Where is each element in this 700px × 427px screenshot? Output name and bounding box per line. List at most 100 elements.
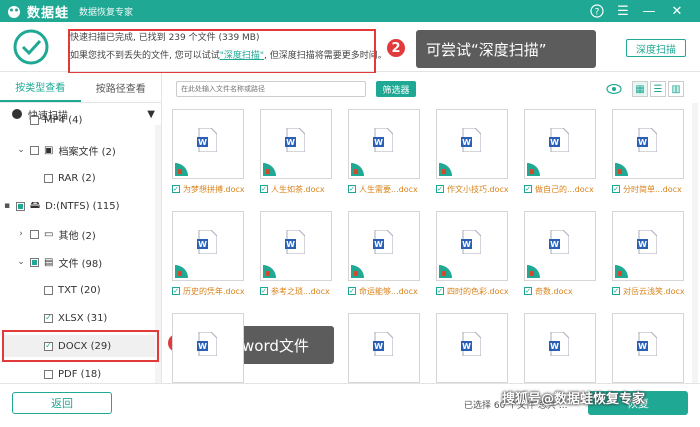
checkbox[interactable] xyxy=(30,115,39,125)
checkbox[interactable]: ✓ xyxy=(524,185,532,193)
file-thumbnail[interactable]: W xyxy=(260,211,332,281)
file-thumbnail[interactable]: W xyxy=(436,211,508,281)
checkbox[interactable]: ✓ xyxy=(436,185,444,193)
checkbox[interactable]: ✓ xyxy=(348,287,356,295)
file-card[interactable]: W ✓ 历史的凭年.docx xyxy=(172,211,244,297)
checkbox[interactable]: ✓ xyxy=(260,287,268,295)
file-thumbnail[interactable]: W xyxy=(612,211,684,281)
checkbox[interactable]: ✓ xyxy=(612,287,620,295)
file-thumbnail[interactable]: W xyxy=(524,313,596,383)
checkbox[interactable] xyxy=(30,257,39,267)
file-thumbnail[interactable]: W xyxy=(348,109,420,179)
checkbox[interactable]: ✓ xyxy=(260,185,268,193)
file-card[interactable]: W ✓ 对岳云浅笑.docx xyxy=(612,211,684,297)
tree-row-txt[interactable]: TXT (20) xyxy=(44,279,101,301)
file-label[interactable]: ✓ 四时的色彩.docx xyxy=(436,285,508,297)
file-card[interactable]: W xyxy=(172,313,244,383)
file-label[interactable]: ✓ 分时简单...docx xyxy=(612,183,684,195)
grid-scrollbar[interactable] xyxy=(692,103,698,383)
grid-view-icon[interactable]: ▦ xyxy=(632,81,648,97)
file-thumbnail[interactable]: W xyxy=(524,211,596,281)
checkbox[interactable]: ✓ xyxy=(172,185,180,193)
file-card[interactable]: W ✓ 命运能够...docx xyxy=(348,211,420,297)
file-card[interactable]: W xyxy=(436,313,508,383)
deep-scan-button[interactable]: 深度扫描 xyxy=(626,39,686,57)
checkbox[interactable] xyxy=(44,173,53,183)
tree-row-other[interactable]: › ▭ 其他 (2) xyxy=(16,223,96,245)
tree-row-pdf[interactable]: PDF (18) xyxy=(44,363,101,383)
file-card[interactable]: W ✓ 分时简单...docx xyxy=(612,109,684,195)
file-thumbnail[interactable]: W xyxy=(172,313,244,383)
file-label[interactable]: ✓ 为梦想拼搏.docx xyxy=(172,183,244,195)
tree-row-xlsx[interactable]: ✓ XLSX (31) xyxy=(44,307,107,329)
file-label[interactable]: ✓ 人生如茶.docx xyxy=(260,183,332,195)
file-label[interactable]: ✓ 人生需要...docx xyxy=(348,183,420,195)
filter-button[interactable]: 筛选器 xyxy=(376,81,416,97)
search-box[interactable] xyxy=(176,81,366,97)
file-label[interactable]: ✓ 参考之琐...docx xyxy=(260,285,332,297)
checkbox[interactable]: ✓ xyxy=(172,287,180,295)
chevron-down-icon[interactable]: ⌄ xyxy=(16,257,26,267)
list-view-icon[interactable]: ☰ xyxy=(650,81,666,97)
search-input[interactable] xyxy=(181,85,365,93)
detail-view-icon[interactable]: ▥ xyxy=(668,81,684,97)
file-card[interactable]: W ✓ 作文小技巧.docx xyxy=(436,109,508,195)
file-card[interactable]: W xyxy=(612,313,684,383)
file-thumbnail[interactable]: W xyxy=(612,313,684,383)
checkbox[interactable]: ✓ xyxy=(436,287,444,295)
checkbox[interactable]: ✓ xyxy=(44,313,53,323)
file-name: 分时简单...docx xyxy=(623,184,682,194)
file-card[interactable]: W ✓ 人生如茶.docx xyxy=(260,109,332,195)
file-thumbnail[interactable]: W xyxy=(172,211,244,281)
file-label[interactable]: ✓ 历史的凭年.docx xyxy=(172,285,244,297)
tree-row-mp4[interactable]: MP4 (4) xyxy=(30,115,82,125)
checkbox[interactable] xyxy=(44,285,53,295)
chevron-down-icon[interactable]: ⌄ xyxy=(16,145,26,155)
chevron-down-icon[interactable]: ▼ xyxy=(147,109,155,120)
file-card[interactable]: W ✓ 人生需要...docx xyxy=(348,109,420,195)
file-card[interactable]: W ✓ 奇数.docx xyxy=(524,211,596,297)
checkbox[interactable]: ✓ xyxy=(524,287,532,295)
tree-row-drive-d[interactable]: ▪ 🖴 D:(NTFS) (115) xyxy=(2,195,120,217)
checkbox[interactable]: ✓ xyxy=(348,185,356,193)
file-thumbnail[interactable]: W xyxy=(524,109,596,179)
tab-by-type[interactable]: 按类型查看 xyxy=(0,73,81,102)
svg-text:W: W xyxy=(374,240,383,249)
file-thumbnail[interactable]: W xyxy=(348,313,420,383)
eye-icon[interactable] xyxy=(606,81,622,97)
checkbox[interactable] xyxy=(30,145,39,155)
file-card[interactable]: W xyxy=(524,313,596,383)
file-card[interactable]: W ✓ 做自己的...docx xyxy=(524,109,596,195)
file-label[interactable]: ✓ 奇数.docx xyxy=(524,285,596,297)
chevron-right-icon[interactable]: › xyxy=(16,229,26,239)
file-label[interactable]: ✓ 对岳云浅笑.docx xyxy=(612,285,684,297)
file-card[interactable]: W ✓ 四时的色彩.docx xyxy=(436,211,508,297)
file-thumbnail[interactable]: W xyxy=(436,109,508,179)
file-card[interactable]: W xyxy=(348,313,420,383)
file-thumbnail[interactable]: W xyxy=(172,109,244,179)
content-toolbar: 筛选器 ▦ ☰ ▥ xyxy=(162,73,700,103)
checkbox[interactable] xyxy=(30,229,39,239)
file-label[interactable]: ✓ 做自己的...docx xyxy=(524,183,596,195)
file-label[interactable]: ✓ 命运能够...docx xyxy=(348,285,420,297)
file-card[interactable]: W ✓ 参考之琐...docx xyxy=(260,211,332,297)
chevron-down-icon[interactable]: ▪ xyxy=(2,201,12,211)
checkbox[interactable]: ✓ xyxy=(612,185,620,193)
file-thumbnail[interactable]: W xyxy=(612,109,684,179)
checkbox[interactable] xyxy=(44,369,53,379)
tree-row-archives[interactable]: ⌄ ▣ 档案文件 (2) xyxy=(16,139,116,161)
help-icon[interactable]: ? xyxy=(588,2,606,20)
file-card[interactable]: W ✓ 为梦想拼搏.docx xyxy=(172,109,244,195)
back-button[interactable]: 返回 xyxy=(12,392,112,414)
file-label[interactable]: ✓ 作文小技巧.docx xyxy=(436,183,508,195)
tree-row-rar[interactable]: RAR (2) xyxy=(44,167,96,189)
minimize-button[interactable]: — xyxy=(640,2,658,20)
close-button[interactable]: ✕ xyxy=(668,2,686,20)
file-thumbnail[interactable]: W xyxy=(260,109,332,179)
checkbox[interactable] xyxy=(16,201,25,211)
tab-by-path[interactable]: 按路径查看 xyxy=(81,73,162,102)
file-thumbnail[interactable]: W xyxy=(348,211,420,281)
file-thumbnail[interactable]: W xyxy=(436,313,508,383)
menu-icon[interactable]: ☰ xyxy=(614,2,632,20)
tree-row-documents[interactable]: ⌄ ▤ 文件 (98) xyxy=(16,251,102,273)
